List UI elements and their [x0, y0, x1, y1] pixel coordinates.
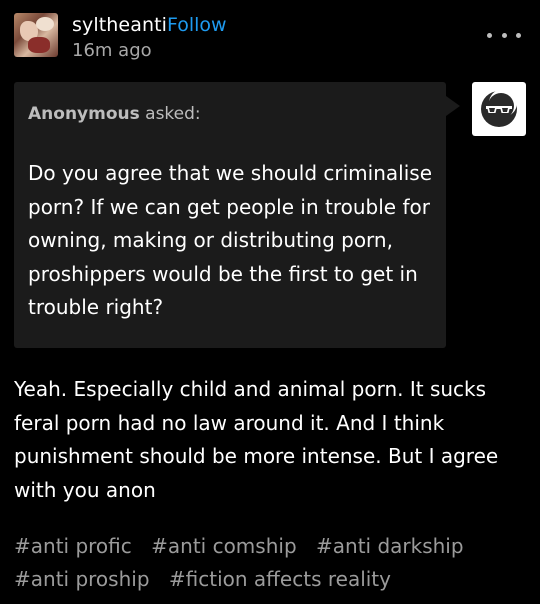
tag-link[interactable]: #ﬁction affects reality: [169, 563, 391, 596]
tag-link[interactable]: #anti proﬁc: [14, 530, 132, 563]
tag-link[interactable]: #anti darkship: [316, 530, 464, 563]
question-text: Do you agree that we should criminalise …: [28, 161, 432, 319]
user-avatar-icon[interactable]: [14, 13, 58, 57]
tag-list: #anti proﬁc #anti comship #anti darkship…: [14, 530, 524, 596]
ask-box: Anonymous asked: Do you agree that we sh…: [14, 82, 460, 348]
asker-name[interactable]: Anonymous: [28, 104, 140, 124]
answer-text: Yeah. Especially child and animal porn. …: [14, 377, 499, 502]
timestamp: 16m ago: [72, 40, 152, 61]
tag-link[interactable]: #anti comship: [151, 530, 297, 563]
asker-line: Anonymous asked:: [28, 104, 201, 124]
username[interactable]: syltheanti: [72, 14, 167, 36]
asked-label: asked:: [139, 104, 201, 124]
more-options-icon[interactable]: [487, 24, 521, 46]
tag-link[interactable]: #anti proship: [14, 563, 150, 596]
follow-button[interactable]: Follow: [167, 14, 227, 36]
sunglasses-moon-icon[interactable]: [472, 82, 526, 136]
